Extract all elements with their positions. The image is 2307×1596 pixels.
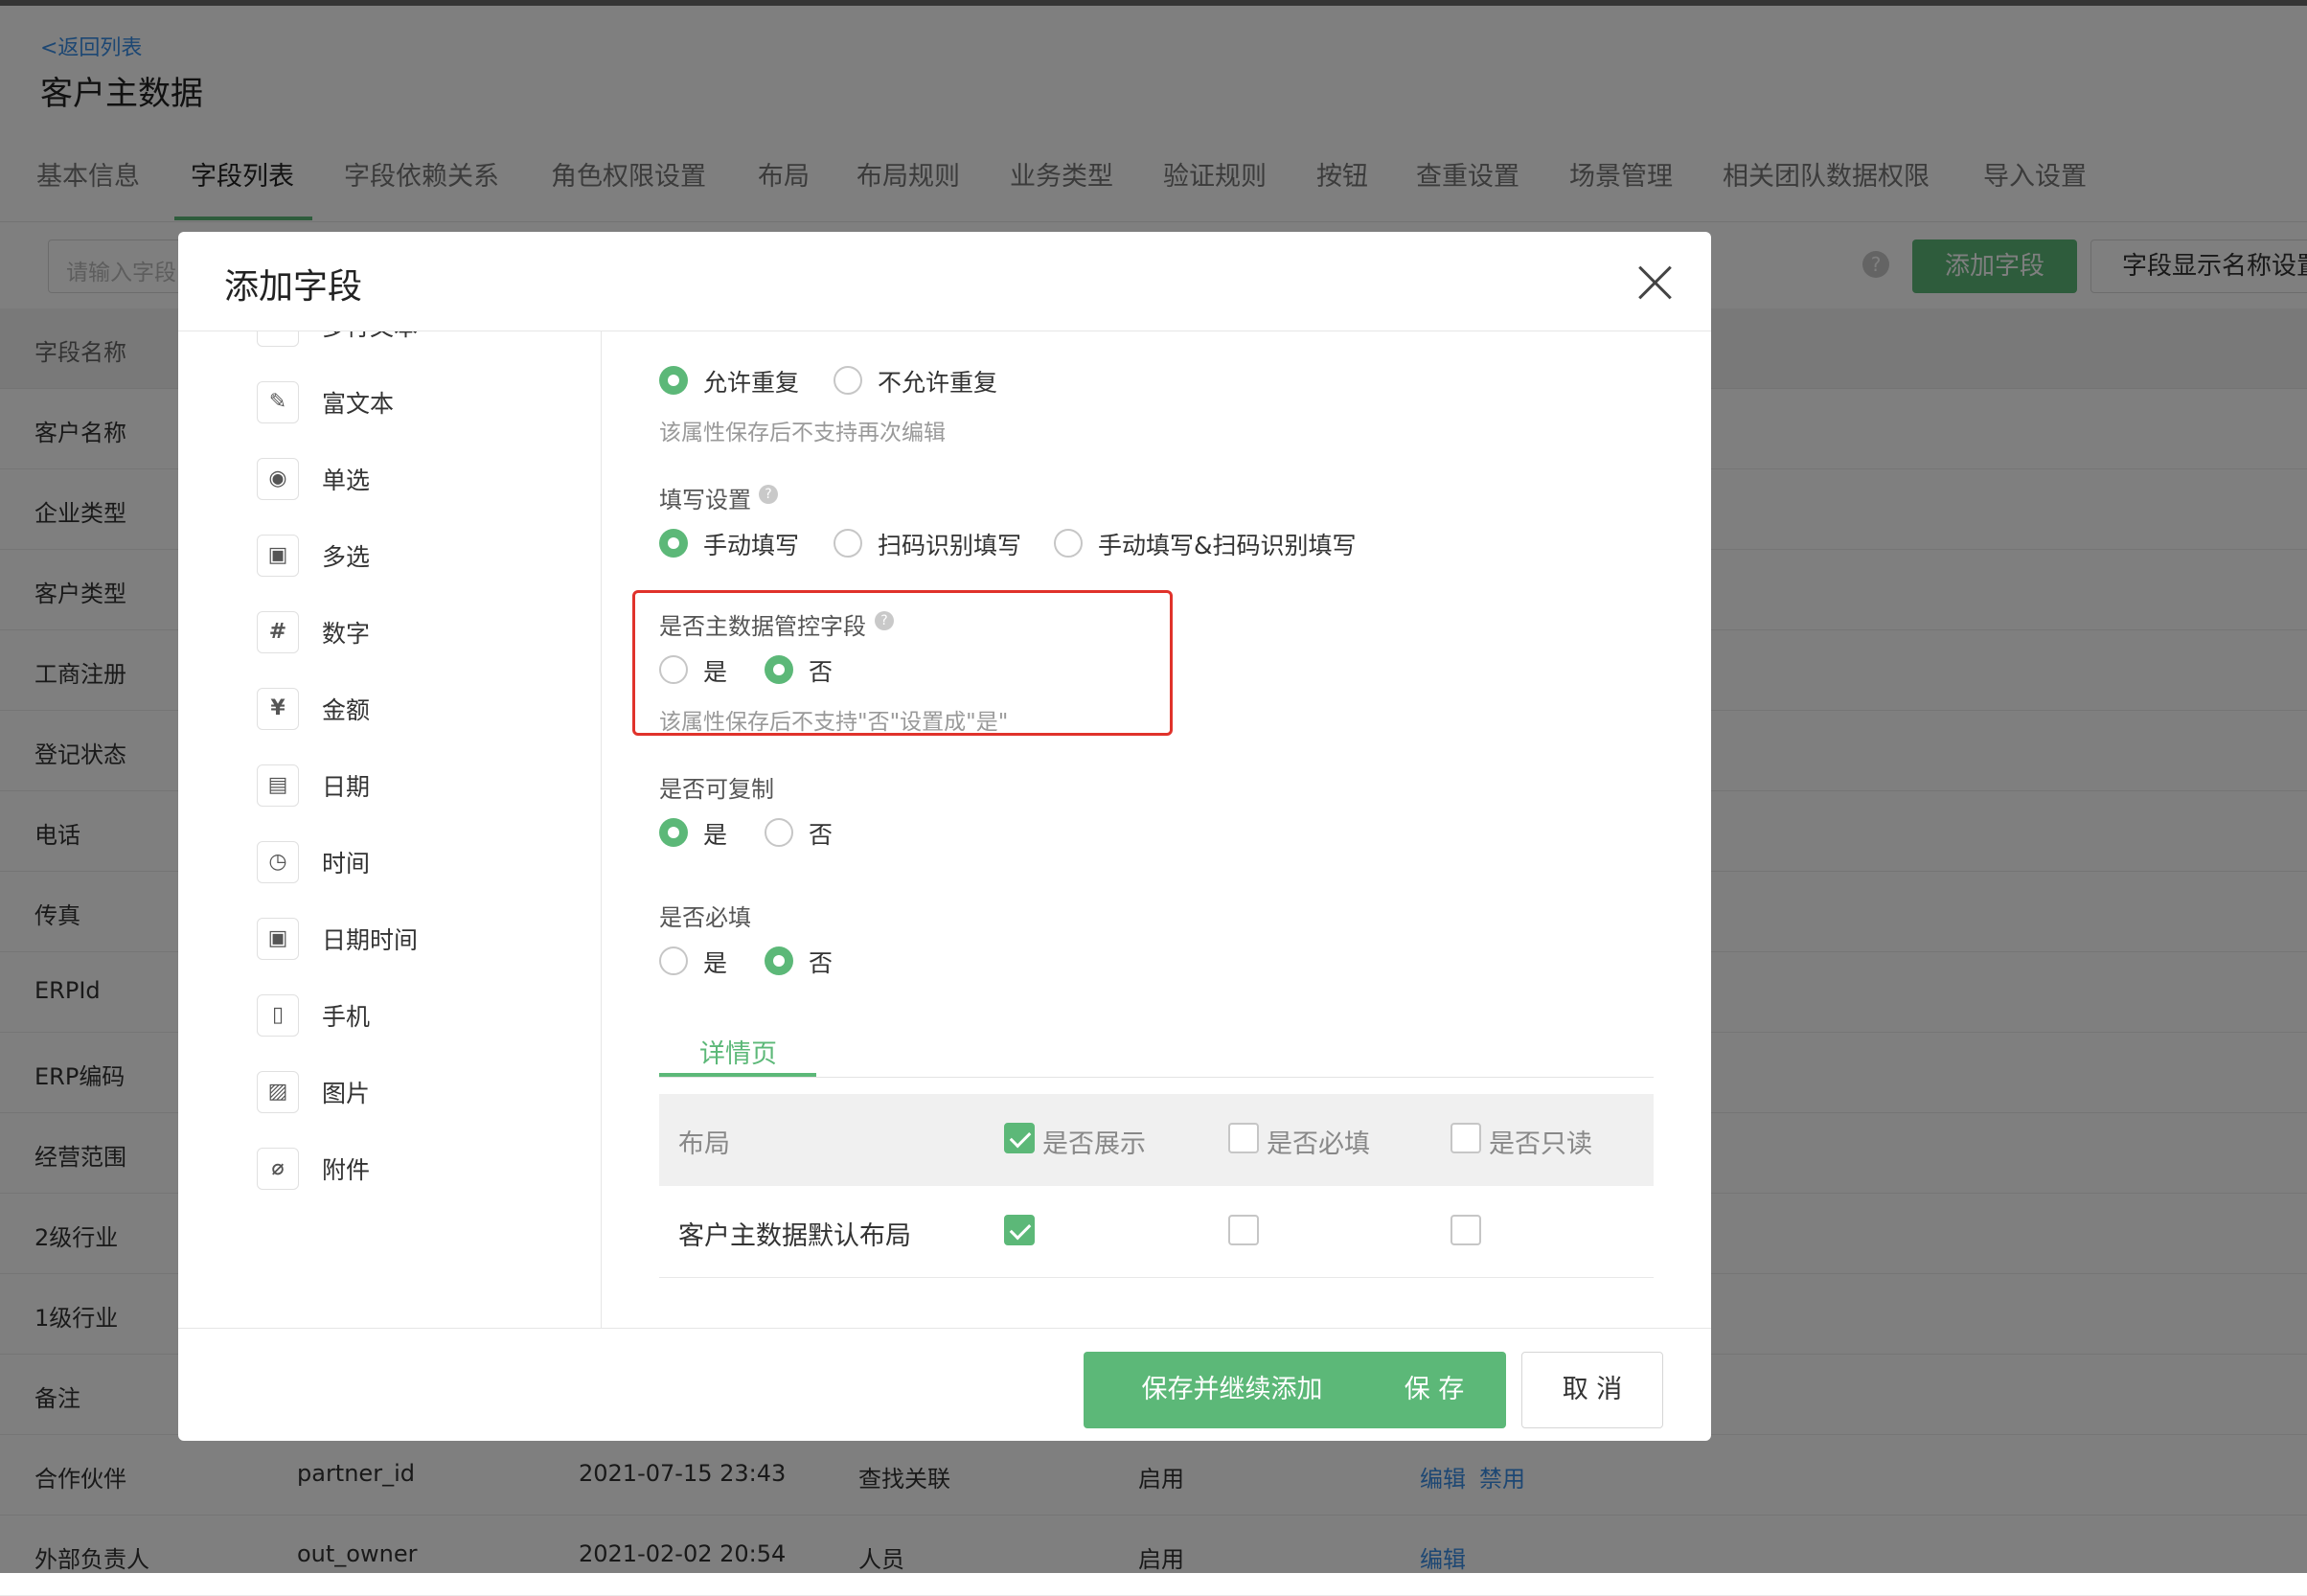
- layout-name: 客户主数据默认布局: [678, 1221, 911, 1251]
- clock-icon: ◷: [257, 841, 299, 883]
- save-button[interactable]: 保 存: [1362, 1352, 1506, 1428]
- column-required: 是否必填: [1267, 1129, 1370, 1159]
- save-and-continue-button[interactable]: 保存并继续添加: [1084, 1352, 1381, 1428]
- column-readonly: 是否只读: [1489, 1129, 1592, 1159]
- cancel-button[interactable]: 取 消: [1521, 1352, 1663, 1428]
- radio-required-yes-label: 是: [703, 949, 728, 977]
- dialog-title: 添加字段: [224, 267, 363, 307]
- field-type-item[interactable]: ✎ 富文本: [236, 364, 601, 441]
- radio-copyable-no-label: 否: [809, 821, 834, 849]
- field-type-item[interactable]: ▣ 多选: [236, 517, 601, 594]
- calendar-icon: ▤: [257, 764, 299, 807]
- radio-copyable-yes[interactable]: [659, 818, 688, 847]
- field-type-label: 金额: [322, 696, 371, 724]
- row-readonly-checkbox[interactable]: [1450, 1215, 1481, 1245]
- dialog-header: 添加字段: [178, 232, 1711, 331]
- field-type-item[interactable]: ▤ 日期: [236, 747, 601, 824]
- column-show: 是否展示: [1042, 1129, 1146, 1159]
- radio-scan-fill-label: 扫码识别填写: [878, 532, 1022, 559]
- detail-tab-divider: [659, 1077, 1654, 1078]
- row-show-checkbox[interactable]: [1004, 1215, 1035, 1245]
- field-type-label: 多行文本: [322, 331, 418, 343]
- radio-required-no[interactable]: [765, 946, 793, 975]
- header-readonly-checkbox[interactable]: [1450, 1123, 1481, 1153]
- duplicate-hint: 该属性保存后不支持再次编辑: [659, 421, 946, 445]
- field-type-label: 多选: [322, 543, 371, 571]
- phone-icon: ▯: [257, 994, 299, 1037]
- field-type-label: 单选: [322, 467, 371, 494]
- radio-required-no-label: 否: [809, 949, 834, 977]
- field-type-label: 数字: [322, 620, 371, 648]
- radio-icon: ◉: [257, 458, 299, 500]
- header-show-checkbox[interactable]: [1004, 1123, 1035, 1153]
- field-type-label: 时间: [322, 850, 371, 878]
- close-icon[interactable]: [1627, 253, 1684, 310]
- attachment-icon: ⌀: [257, 1148, 299, 1190]
- textarea-icon: ≡: [257, 331, 299, 347]
- dialog-footer: 保存并继续添加 保 存 取 消: [178, 1328, 1711, 1441]
- radio-manual-scan-fill-label: 手动填写&扫码识别填写: [1098, 532, 1357, 559]
- radio-copyable-yes-label: 是: [703, 821, 728, 849]
- radio-master-control-yes-label: 是: [703, 658, 728, 686]
- row-required-checkbox[interactable]: [1228, 1215, 1259, 1245]
- datetime-icon: ▣: [257, 918, 299, 960]
- master-control-hint: 该属性保存后不支持"否"设置成"是": [659, 710, 1009, 735]
- fill-settings-label: 填写设置: [659, 487, 751, 513]
- field-type-label: 附件: [322, 1156, 371, 1184]
- radio-required-yes[interactable]: [659, 946, 688, 975]
- field-type-label: 图片: [322, 1080, 371, 1107]
- radio-master-control-yes[interactable]: [659, 655, 688, 684]
- radio-scan-fill[interactable]: [834, 529, 862, 558]
- field-type-item[interactable]: ⌀ 附件: [236, 1130, 601, 1207]
- field-type-label: 手机: [322, 1003, 371, 1031]
- radio-disallow-duplicate-label: 不允许重复: [878, 369, 998, 397]
- radio-master-control-no[interactable]: [765, 655, 793, 684]
- radio-manual-fill-label: 手动填写: [703, 532, 800, 559]
- rich-text-icon: ✎: [257, 381, 299, 423]
- master-control-label: 是否主数据管控字段: [659, 613, 866, 640]
- copyable-label: 是否可复制: [659, 776, 774, 803]
- radio-disallow-duplicate[interactable]: [834, 366, 862, 395]
- header-required-checkbox[interactable]: [1228, 1123, 1259, 1153]
- column-layout: 布局: [678, 1129, 730, 1159]
- radio-allow-duplicate[interactable]: [659, 366, 688, 395]
- field-type-item[interactable]: ¥ 金额: [236, 671, 601, 747]
- field-type-label: 富文本: [322, 390, 395, 418]
- radio-manual-fill[interactable]: [659, 529, 688, 558]
- field-type-item[interactable]: ≡ 多行文本: [236, 331, 601, 364]
- field-type-label: 日期: [322, 773, 371, 801]
- field-type-item[interactable]: ▣ 日期时间: [236, 901, 601, 977]
- radio-allow-duplicate-label: 允许重复: [703, 369, 800, 397]
- image-icon: ▨: [257, 1071, 299, 1113]
- fill-settings-help-icon[interactable]: ?: [759, 485, 778, 504]
- field-type-item[interactable]: ▨ 图片: [236, 1054, 601, 1130]
- tab-detail-page[interactable]: 详情页: [699, 1033, 777, 1070]
- field-type-item[interactable]: ▯ 手机: [236, 977, 601, 1054]
- field-type-item[interactable]: # 数字: [236, 594, 601, 671]
- yen-icon: ¥: [257, 688, 299, 730]
- radio-master-control-no-label: 否: [809, 658, 834, 686]
- master-control-help-icon[interactable]: ?: [875, 611, 894, 630]
- checkbox-icon: ▣: [257, 535, 299, 577]
- radio-copyable-no[interactable]: [765, 818, 793, 847]
- radio-manual-scan-fill[interactable]: [1054, 529, 1083, 558]
- hash-icon: #: [257, 611, 299, 653]
- field-type-item[interactable]: ◉ 单选: [236, 441, 601, 517]
- field-type-item[interactable]: ◷ 时间: [236, 824, 601, 901]
- required-label: 是否必填: [659, 904, 751, 931]
- field-type-list: I单行文本≡多行文本✎富文本◉单选▣多选#数字¥金额▤日期◷时间▣日期时间▯手机…: [178, 331, 602, 1328]
- field-type-label: 日期时间: [322, 926, 419, 954]
